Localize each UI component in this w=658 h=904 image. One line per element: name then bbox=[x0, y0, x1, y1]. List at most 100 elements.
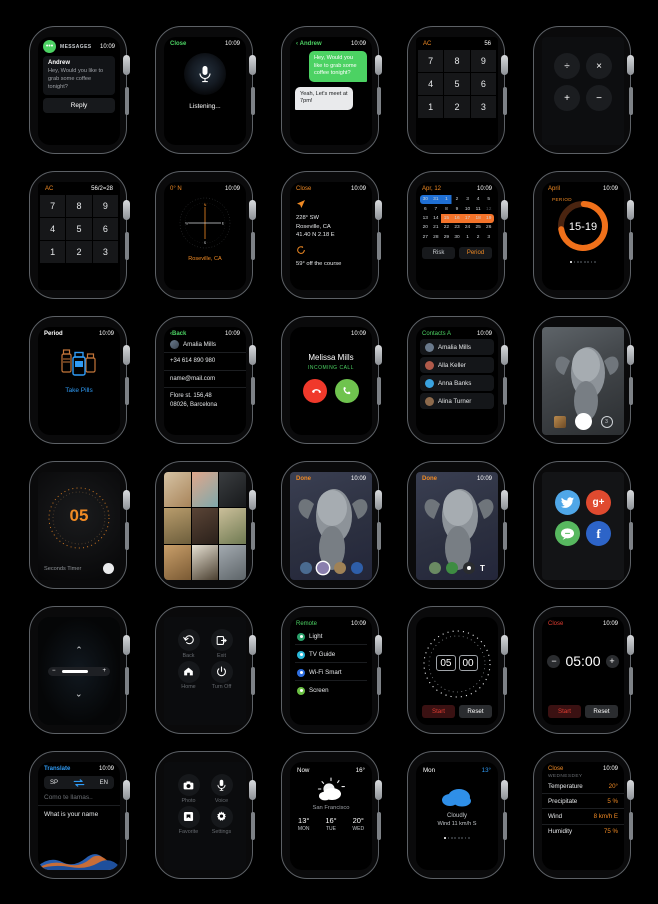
side-button[interactable] bbox=[125, 522, 129, 550]
calendar-day[interactable]: 13 bbox=[420, 214, 431, 223]
google-plus-icon[interactable]: g+ bbox=[586, 490, 611, 515]
digital-crown[interactable] bbox=[627, 780, 634, 800]
photo-tile[interactable] bbox=[164, 508, 191, 544]
menu-item-settings[interactable]: Settings bbox=[210, 805, 233, 835]
side-button[interactable] bbox=[251, 87, 255, 115]
remote-item-light[interactable]: Light bbox=[295, 629, 367, 645]
digital-crown[interactable] bbox=[123, 200, 130, 220]
menu-item-exit[interactable]: Exit bbox=[210, 629, 233, 659]
menu-item-voice[interactable]: Voice bbox=[210, 774, 233, 804]
digital-crown[interactable] bbox=[501, 780, 508, 800]
increment-button[interactable]: + bbox=[605, 654, 619, 668]
side-button[interactable] bbox=[629, 667, 633, 695]
digital-crown[interactable] bbox=[249, 200, 256, 220]
digital-crown[interactable] bbox=[375, 200, 382, 220]
side-button[interactable] bbox=[125, 87, 129, 115]
accept-call-button[interactable] bbox=[335, 379, 359, 403]
digital-crown[interactable] bbox=[627, 490, 634, 510]
volume-slider[interactable]: − + bbox=[48, 666, 110, 676]
remote-item-tv-guide[interactable]: TV Guide bbox=[295, 647, 367, 663]
color-swatch[interactable] bbox=[446, 562, 459, 574]
digital-crown[interactable] bbox=[249, 490, 256, 510]
siri-orb[interactable] bbox=[184, 53, 226, 95]
calendar-day[interactable]: 5 bbox=[483, 195, 494, 204]
message-card[interactable]: Andrew Hey, Would you like to grab some … bbox=[43, 56, 115, 96]
photo-tile[interactable] bbox=[164, 544, 191, 580]
side-button[interactable] bbox=[503, 87, 507, 115]
key-9[interactable]: 9 bbox=[92, 195, 118, 217]
menu-item-favorite[interactable]: Favorite bbox=[177, 805, 200, 835]
photo-tile[interactable] bbox=[219, 472, 246, 508]
digital-crown[interactable] bbox=[249, 345, 256, 365]
calendar-day[interactable]: 1 bbox=[462, 233, 473, 242]
period-button[interactable]: Period bbox=[459, 246, 492, 259]
side-button[interactable] bbox=[125, 232, 129, 260]
clear-button[interactable]: AC bbox=[423, 41, 431, 47]
side-button[interactable] bbox=[125, 377, 129, 405]
op-plus[interactable]: + bbox=[554, 85, 580, 111]
message-icon[interactable] bbox=[555, 521, 580, 546]
swap-arrows-icon[interactable] bbox=[73, 778, 85, 787]
digital-crown[interactable] bbox=[375, 345, 382, 365]
key-1[interactable]: 1 bbox=[40, 241, 66, 263]
translate-source-text[interactable]: Como te llamas.. bbox=[38, 789, 120, 806]
side-button[interactable] bbox=[629, 522, 633, 550]
key-6[interactable]: 6 bbox=[92, 218, 118, 240]
side-button[interactable] bbox=[377, 667, 381, 695]
calendar-day[interactable]: 26 bbox=[483, 223, 494, 232]
side-button[interactable] bbox=[503, 377, 507, 405]
list-item[interactable]: Alina Turner bbox=[420, 393, 494, 409]
calendar-day[interactable]: 10 bbox=[462, 204, 473, 213]
take-pills-button[interactable]: Take Pills bbox=[65, 387, 92, 394]
key-5[interactable]: 5 bbox=[66, 218, 92, 240]
risk-button[interactable]: Risk bbox=[422, 246, 455, 259]
digital-crown[interactable] bbox=[501, 635, 508, 655]
calendar-day[interactable]: 30 bbox=[452, 233, 463, 242]
key-7[interactable]: 7 bbox=[418, 50, 444, 72]
calendar-day[interactable]: 22 bbox=[441, 223, 452, 232]
clear-button[interactable]: AC bbox=[45, 186, 53, 192]
digital-crown[interactable] bbox=[501, 200, 508, 220]
digital-crown[interactable] bbox=[123, 345, 130, 365]
side-button[interactable] bbox=[377, 87, 381, 115]
side-button[interactable] bbox=[377, 812, 381, 840]
side-button[interactable] bbox=[251, 812, 255, 840]
volume-minus[interactable]: − bbox=[52, 668, 56, 674]
calendar-day[interactable]: 23 bbox=[452, 223, 463, 232]
reset-button[interactable]: Reset bbox=[459, 705, 492, 718]
timer-button[interactable]: 3 bbox=[600, 415, 613, 428]
color-swatch[interactable] bbox=[429, 562, 442, 574]
digital-crown[interactable] bbox=[375, 55, 382, 75]
start-button[interactable]: Start bbox=[548, 705, 581, 718]
digital-crown[interactable] bbox=[627, 635, 634, 655]
key-4[interactable]: 4 bbox=[40, 218, 66, 240]
calendar-day[interactable]: 14 bbox=[431, 214, 442, 223]
side-button[interactable] bbox=[503, 812, 507, 840]
side-button[interactable] bbox=[377, 377, 381, 405]
side-button[interactable] bbox=[629, 812, 633, 840]
photo-tile[interactable] bbox=[164, 472, 191, 508]
menu-item-home[interactable]: Home bbox=[177, 660, 200, 690]
photo-tile[interactable] bbox=[191, 508, 219, 544]
text-tool-icon[interactable]: T bbox=[480, 564, 485, 573]
close-button[interactable]: Close bbox=[170, 41, 186, 47]
calendar-day[interactable]: 7 bbox=[431, 204, 442, 213]
menu-item-photo[interactable]: Photo bbox=[177, 774, 200, 804]
chevron-down-icon[interactable]: ⌃ bbox=[75, 687, 83, 698]
key-4[interactable]: 4 bbox=[418, 73, 444, 95]
photo-tile[interactable] bbox=[191, 544, 219, 580]
start-button[interactable]: Start bbox=[422, 705, 455, 718]
key-7[interactable]: 7 bbox=[40, 195, 66, 217]
calendar-day[interactable]: 21 bbox=[431, 223, 442, 232]
side-button[interactable] bbox=[629, 232, 633, 260]
digital-crown[interactable] bbox=[501, 345, 508, 365]
list-item[interactable]: Amalia Mills bbox=[420, 339, 494, 355]
side-button[interactable] bbox=[377, 522, 381, 550]
side-button[interactable] bbox=[503, 522, 507, 550]
done-button[interactable]: Done bbox=[296, 476, 311, 482]
digital-crown[interactable] bbox=[123, 490, 130, 510]
calendar-day[interactable]: 3 bbox=[483, 233, 494, 242]
calendar-day[interactable]: 11 bbox=[473, 204, 484, 213]
side-button[interactable] bbox=[503, 667, 507, 695]
calendar-day[interactable]: 4 bbox=[473, 195, 484, 204]
